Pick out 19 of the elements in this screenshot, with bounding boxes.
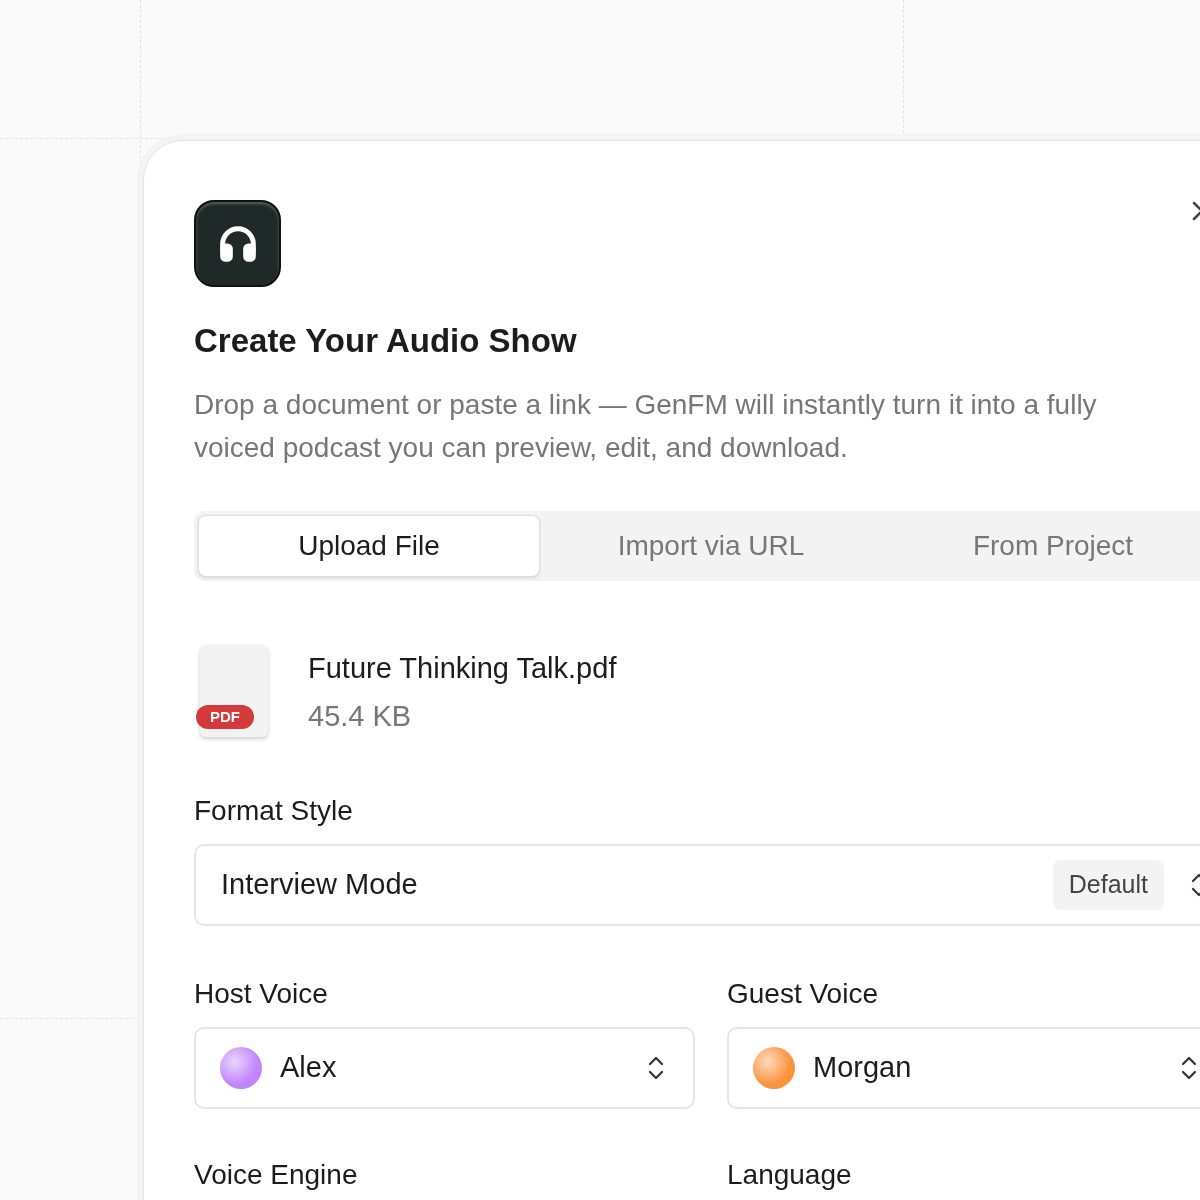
voice-select[interactable]: Morgan <box>727 1027 1200 1109</box>
field-label: Format Style <box>194 794 354 828</box>
chevron-up-down-icon <box>1180 1054 1198 1082</box>
tab[interactable]: Import via URL <box>540 515 882 577</box>
field-label: Voice Engine <box>194 1158 359 1192</box>
voice-select[interactable]: Alex <box>194 1027 695 1109</box>
headphones-icon <box>194 200 281 287</box>
chevron-up-down-icon <box>647 1054 665 1082</box>
default-badge: Default <box>1052 860 1164 910</box>
tab[interactable]: From Project <box>882 515 1200 577</box>
format-style-select[interactable]: Interview Mode Default <box>194 844 1200 926</box>
dialog-description: Drop a document or paste a link — GenFM will instantly turn it into a fully voiced podcast you can preview, edit, and download. <box>194 388 1098 465</box>
file-size: 45.4 KB <box>308 699 413 734</box>
tab[interactable]: Upload File <box>198 515 540 577</box>
field-label: Host Voice <box>194 977 329 1011</box>
file-name: Future Thinking Talk.pdf <box>308 651 617 686</box>
dialog-title: Create Your Audio Show <box>194 321 578 361</box>
field-label: Language <box>727 1158 853 1192</box>
field-label: Guest Voice <box>727 977 879 1011</box>
